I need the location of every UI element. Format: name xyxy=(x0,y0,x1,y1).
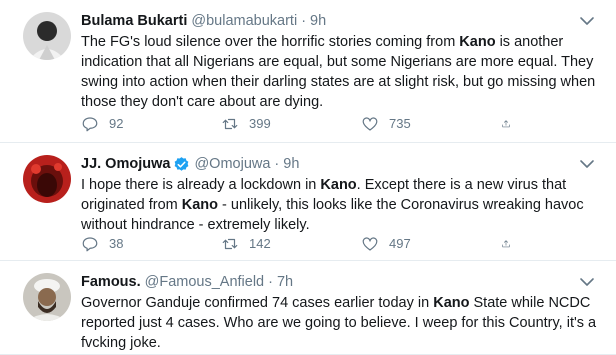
reply-button[interactable]: 92 xyxy=(81,115,181,133)
share-button[interactable] xyxy=(501,235,521,253)
retweet-button[interactable]: 399 xyxy=(221,115,321,133)
avatar[interactable] xyxy=(23,155,71,203)
author-name[interactable]: JJ. Omojuwa xyxy=(81,154,170,174)
like-button[interactable]: 735 xyxy=(361,115,461,133)
tweet-text-part: I hope there is already a lockdown in xyxy=(81,177,321,193)
author-name[interactable]: Famous. xyxy=(81,272,141,292)
tweet-text-highlight: Kano xyxy=(459,34,496,50)
heart-icon xyxy=(362,117,378,131)
retweet-count: 142 xyxy=(249,236,271,251)
retweet-icon xyxy=(222,118,238,130)
author-handle[interactable]: @Omojuwa xyxy=(194,154,270,174)
separator-dot: · xyxy=(301,13,307,29)
author-handle[interactable]: @bulamabukarti xyxy=(191,11,297,31)
tweet-time[interactable]: 9h xyxy=(310,11,326,31)
tweet-header: Bulama Bukarti @bulamabukarti · 9h xyxy=(81,11,598,31)
reply-icon xyxy=(82,237,98,252)
author-name[interactable]: Bulama Bukarti xyxy=(81,11,187,31)
tweet-time[interactable]: 9h xyxy=(283,154,299,174)
tweet-header: Famous. @Famous_Anfield · 7h xyxy=(81,272,598,292)
retweet-count: 399 xyxy=(249,116,271,131)
tweet-time[interactable]: 7h xyxy=(277,272,293,292)
tweet-body: Famous. @Famous_Anfield · 7h Governor Ga… xyxy=(81,272,598,353)
chevron-down-icon[interactable] xyxy=(576,11,598,31)
tweet-feed: Bulama Bukarti @bulamabukarti · 9h The F… xyxy=(0,0,616,355)
tweet-body: JJ. Omojuwa @Omojuwa · 9h I hope there i… xyxy=(81,154,598,235)
verified-badge-icon xyxy=(173,156,190,173)
tweet-text-highlight: Kano xyxy=(320,177,357,193)
chevron-down-icon[interactable] xyxy=(576,272,598,292)
tweet-header: JJ. Omojuwa @Omojuwa · 9h xyxy=(81,154,598,174)
reply-count: 92 xyxy=(109,116,124,131)
share-icon xyxy=(502,240,510,248)
separator-dot: · xyxy=(274,156,280,172)
retweet-icon xyxy=(222,238,238,250)
tweet-text-part: The FG's loud silence over the horrific … xyxy=(81,34,460,50)
like-count: 735 xyxy=(389,116,411,131)
like-button[interactable]: 497 xyxy=(361,235,461,253)
tweet-text-part: Governor Ganduje confirmed 74 cases earl… xyxy=(81,295,434,311)
tweet[interactable]: Bulama Bukarti @bulamabukarti · 9h The F… xyxy=(0,0,616,143)
reply-icon xyxy=(82,117,98,132)
chevron-down-icon[interactable] xyxy=(576,154,598,174)
heart-icon xyxy=(362,237,378,251)
like-count: 497 xyxy=(389,236,411,251)
author-handle[interactable]: @Famous_Anfield xyxy=(145,272,265,292)
tweet-actions: 92 399 735 xyxy=(81,114,521,134)
avatar[interactable] xyxy=(23,273,71,321)
tweet-text: Governor Ganduje confirmed 74 cases earl… xyxy=(81,293,598,353)
tweet-text-highlight: Kano xyxy=(433,295,470,311)
avatar[interactable] xyxy=(23,12,71,60)
reply-count: 38 xyxy=(109,236,124,251)
tweet-text: I hope there is already a lockdown in Ka… xyxy=(81,175,598,235)
share-button[interactable] xyxy=(501,115,521,133)
retweet-button[interactable]: 142 xyxy=(221,235,321,253)
tweet-text: The FG's loud silence over the horrific … xyxy=(81,32,598,112)
tweet-text-highlight: Kano xyxy=(181,197,218,213)
separator-dot: · xyxy=(268,274,273,290)
share-icon xyxy=(502,120,510,128)
tweet-body: Bulama Bukarti @bulamabukarti · 9h The F… xyxy=(81,11,598,112)
tweet-actions: 38 142 497 xyxy=(81,234,521,254)
reply-button[interactable]: 38 xyxy=(81,235,181,253)
tweet[interactable]: Famous. @Famous_Anfield · 7h Governor Ga… xyxy=(0,261,616,355)
